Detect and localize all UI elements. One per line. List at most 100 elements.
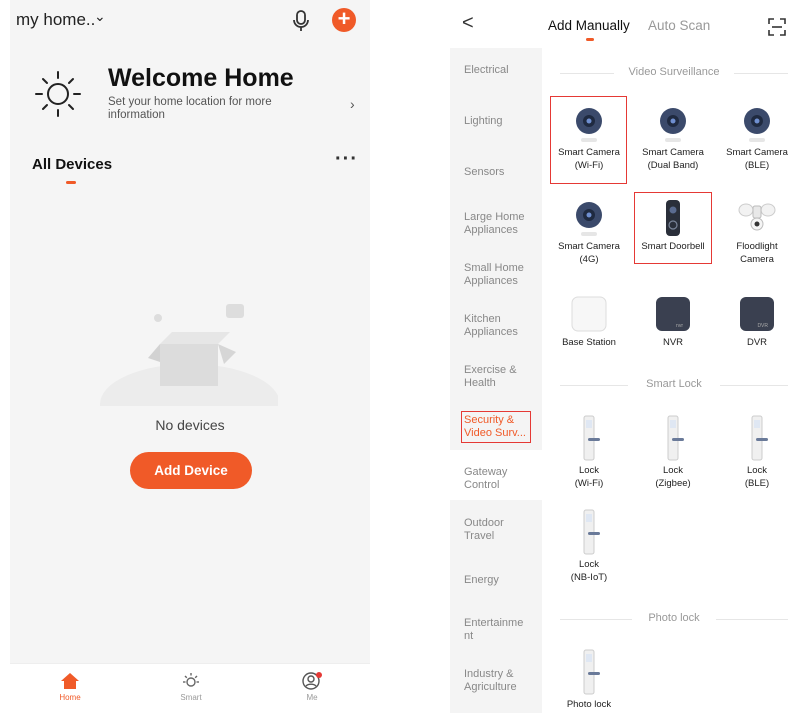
camera-icon xyxy=(576,202,602,236)
dvr-mark: DVR xyxy=(757,323,768,329)
tab-me[interactable]: Me xyxy=(272,672,352,702)
category-industry-agriculture[interactable]: Industry & Agriculture xyxy=(464,668,526,694)
device-label: Smart Camera (4G) xyxy=(552,240,626,266)
device-label: NVR xyxy=(636,336,710,349)
category-security-video[interactable]: Security & Video Surv... xyxy=(461,411,531,443)
empty-box-illustration xyxy=(100,304,278,406)
device-label: DVR xyxy=(720,336,794,349)
category-sensors[interactable]: Sensors xyxy=(464,166,538,179)
device-label-line2: (BLE) xyxy=(744,160,770,171)
nvr-icon: nvr xyxy=(656,297,690,331)
category-small-home-appliances[interactable]: Small Home Appliances xyxy=(464,262,530,288)
device-photo-lock[interactable]: Photo lock xyxy=(552,648,626,711)
active-tab-indicator xyxy=(66,181,76,184)
category-energy[interactable]: Energy xyxy=(464,574,538,587)
device-lock-ble[interactable]: Lock (BLE) xyxy=(720,414,794,490)
category-outdoor-travel[interactable]: Outdoor Travel xyxy=(464,517,514,543)
device-floodlight-camera[interactable]: Floodlight Camera xyxy=(720,198,794,266)
home-selector[interactable]: my home.. xyxy=(16,10,95,30)
category-large-home-appliances[interactable]: Large Home Appliances xyxy=(464,211,532,237)
device-smart-camera-dual-band[interactable]: Smart Camera (Dual Band) xyxy=(636,104,710,172)
scan-icon[interactable] xyxy=(768,18,786,36)
tab-add-manually[interactable]: Add Manually xyxy=(548,18,630,33)
category-sidebar: Electrical Lighting Sensors Large Home A… xyxy=(450,48,542,713)
device-label-line1: Base Station xyxy=(562,337,616,348)
device-label: Base Station xyxy=(552,336,626,349)
device-lock-wifi[interactable]: Lock (Wi-Fi) xyxy=(552,414,626,490)
dvr-icon: DVR xyxy=(740,297,774,331)
all-devices-tab[interactable]: All Devices xyxy=(32,156,112,173)
tab-auto-scan[interactable]: Auto Scan xyxy=(648,18,710,33)
device-label-line2: (Wi-Fi) xyxy=(574,478,604,489)
device-label: Lock (BLE) xyxy=(720,464,794,490)
device-label-line2: (NB-IoT) xyxy=(570,572,608,583)
device-label-line1: NVR xyxy=(662,337,684,348)
camera-icon xyxy=(744,108,770,142)
lock-icon xyxy=(667,415,684,461)
lock-icon xyxy=(751,415,768,461)
welcome-card[interactable]: Welcome Home Set your home location for … xyxy=(10,56,370,136)
more-options-icon[interactable]: ··· xyxy=(335,148,358,171)
section-title-lock: Smart Lock xyxy=(646,378,702,390)
bottom-tab-bar: Home Smart Me xyxy=(10,663,370,713)
tab-home-label: Home xyxy=(59,693,81,702)
device-smart-camera-4g[interactable]: Smart Camera (4G) xyxy=(552,198,626,266)
device-label-line1: Smart Camera xyxy=(726,147,788,158)
sun-icon xyxy=(35,71,81,117)
back-arrow-icon[interactable]: < xyxy=(462,12,474,35)
device-label-line2: (Zigbee) xyxy=(655,478,691,489)
device-label: Smart Camera (Dual Band) xyxy=(636,146,710,172)
tab-smart-label: Smart xyxy=(180,693,202,702)
lock-icon xyxy=(583,415,600,461)
tab-home[interactable]: Home xyxy=(30,672,110,702)
device-label: Floodlight Camera xyxy=(720,240,794,266)
device-label-line2: (BLE) xyxy=(744,478,770,489)
category-gateway-control[interactable]: Gateway Control xyxy=(464,466,520,492)
device-label: Smart Camera (BLE) xyxy=(720,146,794,172)
highlight-box xyxy=(550,96,627,184)
category-electrical[interactable]: Electrical xyxy=(464,64,538,77)
camera-icon xyxy=(660,108,686,142)
welcome-title: Welcome Home xyxy=(108,64,294,92)
microphone-icon[interactable] xyxy=(290,9,312,33)
device-label: Lock (NB-IoT) xyxy=(552,558,626,584)
lock-icon xyxy=(583,509,600,555)
device-dvr[interactable]: DVR DVR xyxy=(720,294,794,349)
add-plus-icon[interactable]: + xyxy=(332,8,356,32)
profile-icon xyxy=(302,672,322,690)
tab-me-label: Me xyxy=(306,693,318,702)
welcome-subtitle: Set your home location for more informat… xyxy=(108,96,272,121)
device-label-line2: (Dual Band) xyxy=(647,160,699,171)
sun-icon xyxy=(183,673,199,687)
device-label-line1: Lock xyxy=(578,465,600,476)
category-kitchen-appliances[interactable]: Kitchen Appliances xyxy=(464,313,524,339)
device-label-line1: Floodlight xyxy=(736,241,778,252)
chevron-down-icon[interactable]: ⌄ xyxy=(94,8,106,25)
home-screen: my home.. ⌄ + Welcome Home Set your home… xyxy=(10,0,370,713)
device-lock-nb-iot[interactable]: Lock (NB-IoT) xyxy=(552,508,626,584)
device-lock-zigbee[interactable]: Lock (Zigbee) xyxy=(636,414,710,490)
device-label: Lock (Zigbee) xyxy=(636,464,710,490)
device-label-line1: Lock xyxy=(662,465,684,476)
category-lighting[interactable]: Lighting xyxy=(464,115,538,128)
highlight-box xyxy=(634,192,712,264)
device-label: Photo lock xyxy=(552,698,626,711)
chevron-right-icon[interactable]: › xyxy=(350,96,355,112)
category-entertainment[interactable]: Entertainme nt xyxy=(464,617,530,643)
device-label-line1: Smart Camera xyxy=(642,147,704,158)
device-label-line1: Lock xyxy=(746,465,768,476)
add-device-button[interactable]: Add Device xyxy=(130,452,252,489)
active-tab-indicator xyxy=(586,38,594,41)
home-top-bar: my home.. ⌄ + xyxy=(10,0,370,46)
device-base-station[interactable]: Base Station xyxy=(552,294,626,349)
category-exercise-health[interactable]: Exercise & Health xyxy=(464,364,520,390)
device-nvr[interactable]: nvr NVR xyxy=(636,294,710,349)
lock-icon xyxy=(583,649,600,695)
device-label: Lock (Wi-Fi) xyxy=(552,464,626,490)
device-smart-camera-ble[interactable]: Smart Camera (BLE) xyxy=(720,104,794,172)
home-icon xyxy=(61,673,79,689)
device-label-line1: Photo lock xyxy=(566,699,612,710)
device-label-line1: Lock xyxy=(578,559,600,570)
device-label-line1: DVR xyxy=(746,337,768,348)
tab-smart[interactable]: Smart xyxy=(151,672,231,702)
